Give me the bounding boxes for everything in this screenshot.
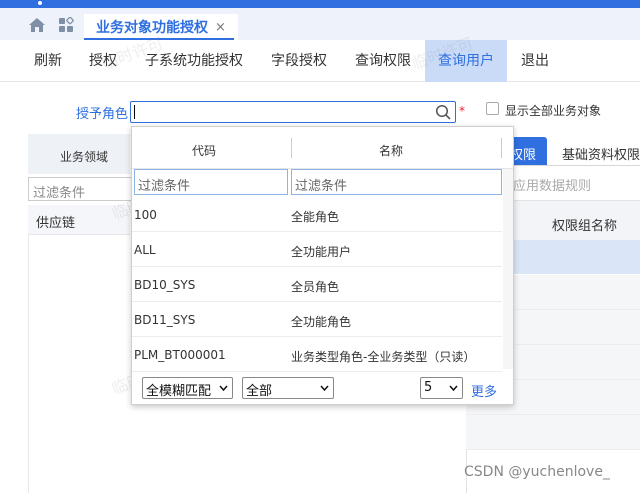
show-all-checkbox[interactable] xyxy=(486,102,499,115)
search-icon[interactable] xyxy=(435,104,451,120)
tab-business-object-auth[interactable]: 业务对象功能授权 × xyxy=(84,14,238,40)
query-users-button[interactable]: 查询用户 xyxy=(425,40,507,82)
query-permission-button[interactable]: 查询权限 xyxy=(355,40,411,82)
exit-button[interactable]: 退出 xyxy=(521,40,549,82)
apply-data-rule-label: 应用数据规则 xyxy=(513,179,592,194)
status-dot xyxy=(38,1,42,5)
match-mode-select[interactable]: 全模糊匹配 xyxy=(142,377,233,399)
dropdown-header: 代码 名称 xyxy=(132,127,513,169)
role-code: PLM_BT000001 xyxy=(134,348,226,362)
top-accent-bar xyxy=(0,0,640,8)
scope-select[interactable]: 全部 xyxy=(242,377,334,399)
code-column-header[interactable]: 代码 xyxy=(192,142,216,159)
table-row[interactable] xyxy=(466,415,640,450)
role-code: BD10_SYS xyxy=(134,278,196,292)
chevron-down-icon xyxy=(449,385,458,391)
field-auth-button[interactable]: 字段授权 xyxy=(271,40,327,82)
column-divider xyxy=(291,138,292,158)
show-all-label: 显示全部业务对象 xyxy=(505,104,602,118)
role-code: BD11_SYS xyxy=(134,313,196,327)
table-row[interactable]: BD10_SYS 全员角色 xyxy=(132,267,502,302)
dropdown-scrollbar[interactable] xyxy=(503,169,513,369)
table-row[interactable]: BD11_SYS 全功能角色 xyxy=(132,302,502,337)
dropdown-footer: 全模糊匹配 全部 5 更多 xyxy=(132,373,513,405)
page-size-value: 5 xyxy=(424,380,433,395)
name-column-header[interactable]: 名称 xyxy=(379,142,403,159)
role-label: 授予角色 xyxy=(76,107,129,122)
authorize-button[interactable]: 授权 xyxy=(89,40,117,82)
chevron-down-icon xyxy=(320,385,329,391)
list-item-label: 供应链 xyxy=(36,216,76,231)
tab-label: 业务对象功能授权 xyxy=(96,20,208,36)
role-name: 业务类型角色-全业务类型（只读） xyxy=(291,350,476,364)
table-row[interactable]: PLM_BT000001 业务类型角色-全业务类型（只读） xyxy=(132,337,502,372)
home-icon[interactable] xyxy=(28,17,46,33)
source-credit: CSDN @yuchenlove_ xyxy=(464,464,610,480)
permission-group-header-label: 权限组名称 xyxy=(552,219,618,234)
left-panel xyxy=(28,235,130,493)
domain-filter-input[interactable]: 过滤条件 xyxy=(28,177,132,201)
role-name: 全员角色 xyxy=(291,280,340,294)
role-code: ALL xyxy=(134,243,156,257)
subsystem-auth-button[interactable]: 子系统功能授权 xyxy=(145,40,243,82)
tab-basic-data-permission[interactable]: 基础资料权限 xyxy=(562,144,640,163)
name-filter-input[interactable]: 过滤条件 xyxy=(291,169,502,195)
role-code: 100 xyxy=(134,208,157,222)
role-name: 全功能用户 xyxy=(291,245,352,259)
text-caret xyxy=(134,105,135,119)
code-filter-input[interactable]: 过滤条件 xyxy=(134,169,288,195)
refresh-button[interactable]: 刷新 xyxy=(34,40,62,82)
chevron-down-icon xyxy=(219,385,228,391)
role-dropdown: 代码 名称 过滤条件 过滤条件 100 全能角色 ALL 全功能用户 BD10_… xyxy=(131,126,514,405)
more-link[interactable]: 更多 xyxy=(471,381,497,400)
apps-grid-icon[interactable] xyxy=(58,17,74,33)
domain-column-header: 业务领域 xyxy=(28,134,130,174)
role-name: 全能角色 xyxy=(291,210,340,224)
list-item[interactable]: 供应链 xyxy=(28,205,130,235)
tab-strip: 业务对象功能授权 × xyxy=(0,8,640,40)
match-mode-value: 全模糊匹配 xyxy=(146,384,212,399)
role-input[interactable] xyxy=(130,101,456,123)
table-row[interactable]: 100 全能角色 xyxy=(132,197,502,232)
role-name: 全功能角色 xyxy=(291,315,352,329)
scope-value: 全部 xyxy=(246,384,273,399)
toolbar: 刷新 授权 子系统功能授权 字段授权 查询权限 查询用户 退出 xyxy=(0,40,640,82)
close-icon[interactable]: × xyxy=(215,20,226,35)
required-mark: * xyxy=(459,104,465,118)
table-row[interactable]: ALL 全功能用户 xyxy=(132,232,502,267)
column-divider xyxy=(501,138,502,158)
page-size-select[interactable]: 5 xyxy=(420,377,463,399)
domain-header-label: 业务领域 xyxy=(60,150,109,164)
